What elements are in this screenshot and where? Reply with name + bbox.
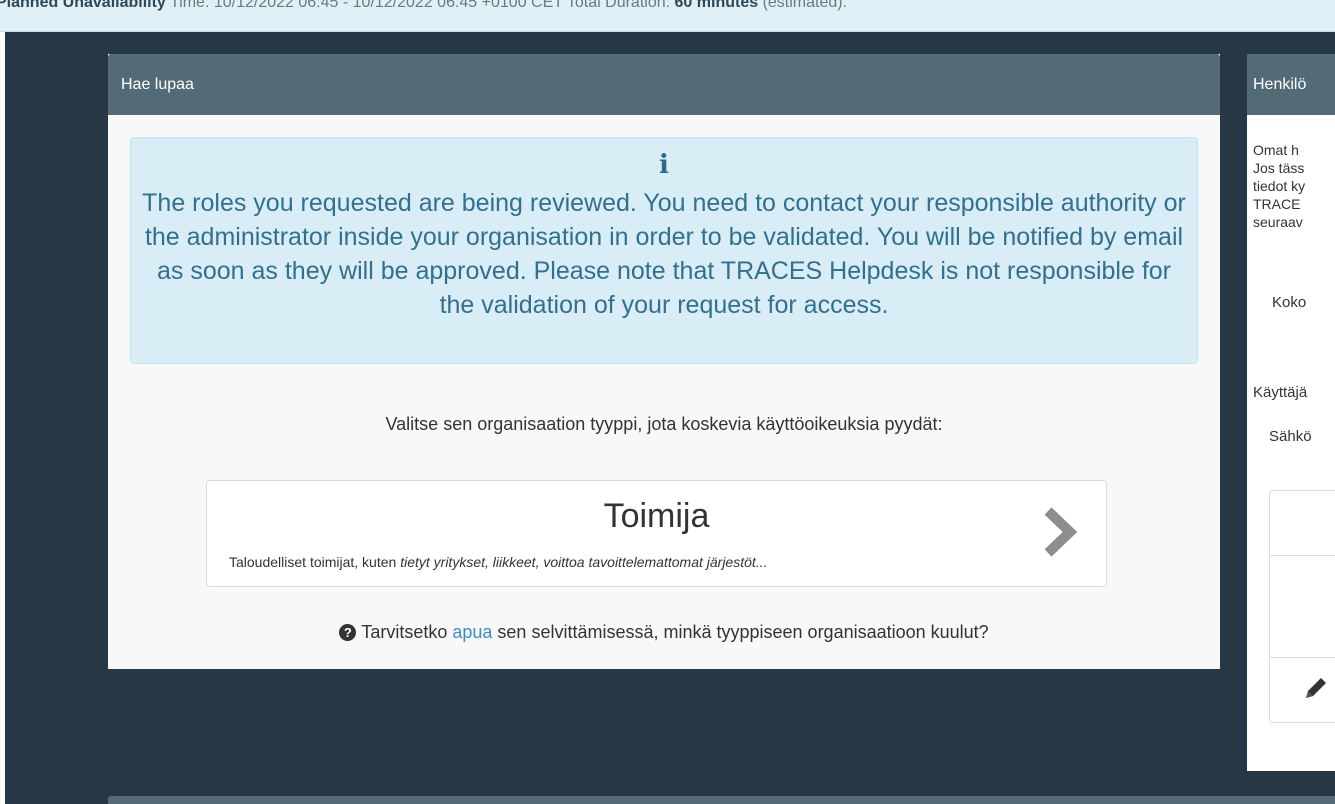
help-link[interactable]: apua <box>452 622 492 642</box>
rp-line: Omat h <box>1253 142 1299 158</box>
help-line: ? Tarvitsetko apua sen selvittämisessä, m… <box>108 622 1220 643</box>
right-panel-text: Omat h Jos täss tiedot ky TRACE seuraav <box>1253 141 1305 231</box>
banner-duration-value: 60 minutes <box>674 0 759 11</box>
banner-duration-label: Total Duration: <box>566 0 671 11</box>
right-panel-card <box>1269 490 1335 723</box>
page-edge <box>0 0 5 804</box>
maintenance-banner: Planned Unavailability Time: 10/12/2022 … <box>0 0 1335 32</box>
panel-title: Hae lupaa <box>121 75 194 93</box>
rp-line: seuraav <box>1253 214 1303 230</box>
org-type-prompt: Valitse sen organisaation tyyppi, jota k… <box>385 414 943 434</box>
rp-line: TRACE <box>1253 196 1301 212</box>
rp-line: Jos täss <box>1253 160 1305 176</box>
request-permission-panel: Hae lupaa i The roles you requested are … <box>108 54 1220 669</box>
panel-header: Hae lupaa <box>108 54 1220 115</box>
pencil-icon[interactable] <box>1302 674 1330 702</box>
banner-time-start: 10/12/2022 06:45 <box>213 0 339 11</box>
personal-info-panel: Henkilö Omat h Jos täss tiedot ky TRACE … <box>1247 54 1335 771</box>
help-after: sen selvittämisessä, minkä tyyppiseen or… <box>497 622 989 642</box>
bottom-panel-header <box>108 796 1335 804</box>
org-type-option-toimija[interactable]: Toimija Taloudelliset toimijat, kuten ti… <box>206 480 1107 587</box>
email-label: Sähkö <box>1269 428 1312 445</box>
org-desc-prefix: Taloudelliset toimijat, kuten <box>229 554 401 570</box>
banner-time-label: Time: <box>169 0 210 11</box>
banner-duration-note: (estimated). <box>762 0 848 11</box>
info-alert: i The roles you requested are being revi… <box>130 137 1198 364</box>
org-desc-examples: tietyt yritykset, liikkeet, voittoa tavo… <box>400 554 768 570</box>
chevron-right-icon <box>1044 507 1078 557</box>
banner-time-end: 10/12/2022 06:45 <box>352 0 478 11</box>
right-panel-title: Henkilö <box>1253 75 1307 93</box>
alert-message: The roles you requested are being review… <box>142 189 1186 319</box>
divider <box>1270 555 1335 556</box>
org-option-title: Toimija <box>603 497 710 535</box>
info-icon: i <box>659 150 669 180</box>
username-label: Käyttäjä <box>1253 384 1308 401</box>
question-circle-icon: ? <box>339 624 357 641</box>
banner-timezone: +0100 CET <box>481 0 563 11</box>
full-name-label: Koko <box>1272 294 1307 311</box>
divider <box>1270 657 1335 658</box>
right-panel-header: Henkilö <box>1247 54 1335 115</box>
banner-title: Planned Unavailability <box>0 0 166 11</box>
help-before: Tarvitsetko <box>361 622 448 642</box>
banner-dash: - <box>342 0 349 11</box>
org-option-description: Taloudelliset toimijat, kuten tietyt yri… <box>229 554 767 570</box>
rp-line: tiedot ky <box>1253 178 1306 194</box>
